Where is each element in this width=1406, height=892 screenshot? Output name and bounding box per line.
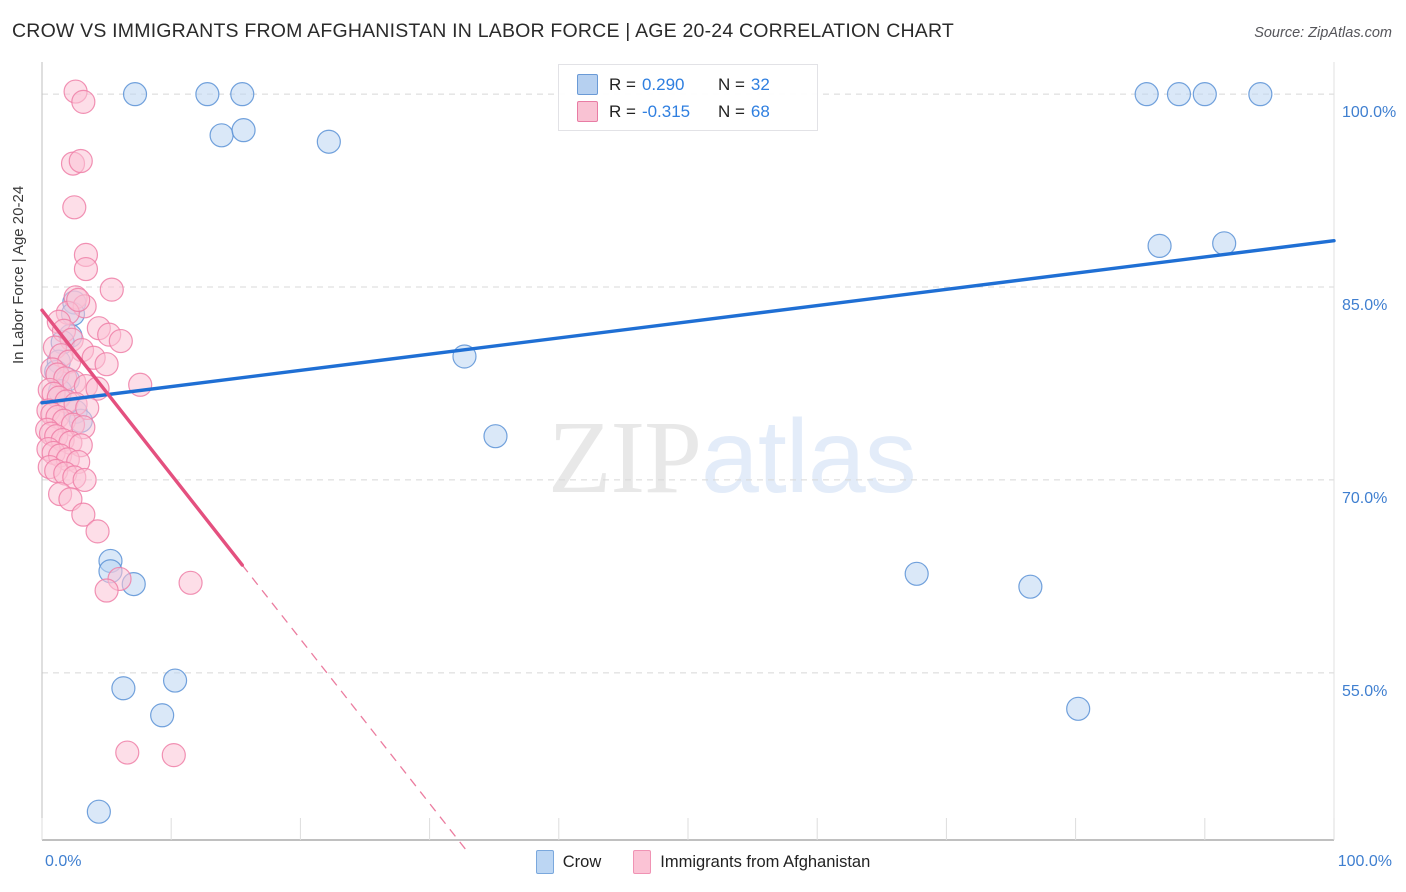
- data-point[interactable]: [85, 519, 110, 544]
- data-point[interactable]: [99, 277, 124, 302]
- series-legend-item-crow[interactable]: Crow: [535, 850, 602, 874]
- legend-r-label-afghanistan: R =: [609, 101, 636, 121]
- data-point[interactable]: [150, 703, 175, 728]
- legend-n-value-crow: 32: [750, 74, 770, 94]
- data-point[interactable]: [178, 570, 203, 595]
- data-point[interactable]: [904, 561, 929, 586]
- series-points-crow: [44, 82, 1273, 824]
- data-point[interactable]: [1147, 233, 1172, 258]
- data-point[interactable]: [62, 195, 87, 220]
- data-point[interactable]: [66, 287, 91, 313]
- series-label-crow: Crow: [562, 852, 602, 871]
- series-swatch-afghanistan: [633, 850, 652, 874]
- data-point[interactable]: [1018, 574, 1043, 599]
- legend-n-label-afghanistan: N =: [717, 101, 745, 121]
- data-point[interactable]: [161, 743, 186, 768]
- y-axis-tick-label: 55.0%: [1342, 682, 1388, 700]
- data-point[interactable]: [1192, 82, 1217, 107]
- data-point[interactable]: [195, 82, 220, 107]
- data-point[interactable]: [1166, 82, 1192, 107]
- legend-n-value-afghanistan: 68: [750, 101, 770, 121]
- axes: [41, 62, 1335, 841]
- data-point[interactable]: [68, 148, 93, 174]
- legend-n-label-crow: N =: [717, 74, 745, 94]
- data-point[interactable]: [71, 89, 96, 114]
- data-point[interactable]: [111, 676, 136, 701]
- y-axis-tick-label: 70.0%: [1342, 489, 1388, 507]
- data-point[interactable]: [162, 668, 188, 693]
- y-axis-tick-label: 100.0%: [1342, 104, 1397, 122]
- data-point[interactable]: [230, 82, 255, 107]
- correlation-legend: R = 0.290 N = 32 R = -0.315 N = 68: [558, 64, 818, 131]
- legend-swatch-crow: [577, 74, 598, 95]
- data-point[interactable]: [115, 740, 140, 765]
- trendline-crow: [40, 239, 1336, 405]
- series-swatch-crow: [535, 850, 554, 874]
- data-point[interactable]: [1248, 82, 1273, 107]
- legend-swatch-afghanistan: [577, 101, 598, 122]
- data-point[interactable]: [94, 352, 119, 377]
- trendline-solid: [40, 239, 1336, 405]
- legend-row-crow: R = 0.290 N = 32: [577, 71, 807, 98]
- data-point[interactable]: [209, 123, 234, 148]
- data-point[interactable]: [72, 467, 97, 493]
- data-point[interactable]: [122, 82, 148, 107]
- data-point[interactable]: [94, 578, 119, 603]
- series-points-immigrants-from-afghanistan: [35, 79, 203, 768]
- data-point[interactable]: [483, 424, 508, 449]
- data-point[interactable]: [73, 256, 99, 282]
- data-point[interactable]: [316, 129, 341, 154]
- legend-r-value-afghanistan: -0.315: [641, 101, 691, 121]
- trendline-dashed: [241, 564, 469, 854]
- data-point[interactable]: [108, 328, 133, 354]
- series-legend-item-afghanistan[interactable]: Immigrants from Afghanistan: [633, 850, 870, 874]
- series-label-afghanistan: Immigrants from Afghanistan: [660, 852, 871, 871]
- data-point[interactable]: [1066, 696, 1091, 721]
- correlation-chart: CROW VS IMMIGRANTS FROM AFGHANISTAN IN L…: [0, 0, 1406, 892]
- series-legend: Crow Immigrants from Afghanistan: [0, 850, 1406, 874]
- plot-area: [35, 62, 1336, 854]
- gridlines: [42, 93, 1334, 674]
- data-point[interactable]: [231, 118, 256, 143]
- data-point[interactable]: [1212, 231, 1237, 256]
- y-axis-tick-label: 85.0%: [1342, 297, 1388, 315]
- legend-row-afghanistan: R = -0.315 N = 68: [577, 98, 807, 125]
- data-point[interactable]: [86, 799, 111, 824]
- legend-r-value-crow: 0.290: [641, 74, 685, 94]
- legend-r-label-crow: R =: [609, 74, 636, 94]
- data-point[interactable]: [1134, 82, 1159, 107]
